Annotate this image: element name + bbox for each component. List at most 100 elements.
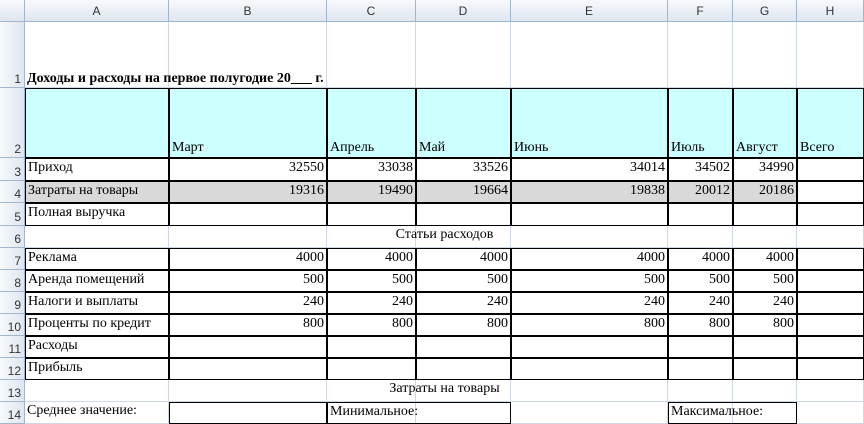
- value-cell[interactable]: 500: [327, 270, 416, 292]
- row-label[interactable]: Прибыль: [25, 358, 169, 380]
- header-cell[interactable]: Апрель: [327, 88, 416, 158]
- value-cell[interactable]: 33526: [416, 158, 511, 181]
- grid-cell[interactable]: [797, 402, 864, 424]
- header-cell[interactable]: Май: [416, 88, 511, 158]
- value-cell[interactable]: 4000: [327, 248, 416, 270]
- value-cell[interactable]: [327, 358, 416, 380]
- total-cell[interactable]: [797, 292, 864, 314]
- spreadsheet[interactable]: A B C D E F G H 1 2 3 4 5 6 7 8 9 10 11 12 13 14 Доходы и расх…: [0, 0, 864, 424]
- row-label[interactable]: Затраты на товары: [25, 181, 169, 203]
- value-cell[interactable]: [733, 203, 797, 226]
- header-cell[interactable]: Всего: [797, 88, 864, 158]
- row-header-13[interactable]: 13: [0, 380, 25, 402]
- value-cell[interactable]: 240: [327, 292, 416, 314]
- value-cell[interactable]: [327, 203, 416, 226]
- value-cell[interactable]: 240: [416, 292, 511, 314]
- value-cell[interactable]: 34990: [733, 158, 797, 181]
- value-cell[interactable]: [511, 358, 668, 380]
- column-header-A[interactable]: A: [25, 0, 169, 22]
- value-cell[interactable]: 800: [511, 314, 668, 336]
- header-cell[interactable]: Июль: [668, 88, 733, 158]
- value-cell[interactable]: 19664: [416, 181, 511, 203]
- header-cell[interactable]: Август: [733, 88, 797, 158]
- value-cell[interactable]: 4000: [169, 248, 327, 270]
- value-cell[interactable]: [169, 203, 327, 226]
- row-header-4[interactable]: 4: [0, 181, 25, 203]
- row-label[interactable]: Проценты по кредит: [25, 314, 169, 336]
- value-cell[interactable]: 500: [511, 270, 668, 292]
- column-header-E[interactable]: E: [511, 0, 668, 22]
- header-cell[interactable]: Март: [169, 88, 327, 158]
- value-cell[interactable]: [511, 203, 668, 226]
- row-header-3[interactable]: 3: [0, 158, 25, 181]
- row-label[interactable]: Аренда помещений: [25, 270, 169, 292]
- total-cell[interactable]: [797, 158, 864, 181]
- row-header-1[interactable]: 1: [0, 22, 25, 88]
- value-cell[interactable]: [327, 336, 416, 358]
- column-header-B[interactable]: B: [169, 0, 327, 22]
- row-header-12[interactable]: 12: [0, 358, 25, 380]
- value-cell[interactable]: 500: [169, 270, 327, 292]
- value-cell[interactable]: 240: [169, 292, 327, 314]
- value-cell[interactable]: 800: [416, 314, 511, 336]
- row-header-11[interactable]: 11: [0, 336, 25, 358]
- value-cell[interactable]: 500: [668, 270, 733, 292]
- value-cell[interactable]: 19838: [511, 181, 668, 203]
- column-header-H[interactable]: H: [797, 0, 864, 22]
- value-cell[interactable]: 500: [733, 270, 797, 292]
- total-cell[interactable]: [797, 203, 864, 226]
- value-cell[interactable]: 240: [668, 292, 733, 314]
- header-cell-empty[interactable]: [25, 88, 169, 158]
- row-label[interactable]: Расходы: [25, 336, 169, 358]
- stat-average-box[interactable]: [169, 402, 327, 424]
- value-cell[interactable]: [733, 336, 797, 358]
- select-all-corner[interactable]: [0, 0, 25, 22]
- row-header-14[interactable]: 14: [0, 402, 25, 424]
- value-cell[interactable]: 20186: [733, 181, 797, 203]
- section-heading[interactable]: Затраты на товары: [25, 380, 864, 402]
- stat-max-label[interactable]: Максимальное:: [668, 402, 797, 424]
- row-label[interactable]: Приход: [25, 158, 169, 181]
- value-cell[interactable]: 19316: [169, 181, 327, 203]
- row-header-6[interactable]: 6: [0, 226, 25, 248]
- header-cell[interactable]: Июнь: [511, 88, 668, 158]
- total-cell[interactable]: [797, 336, 864, 358]
- row-label[interactable]: Полная выручка: [25, 203, 169, 226]
- value-cell[interactable]: 4000: [416, 248, 511, 270]
- value-cell[interactable]: 800: [169, 314, 327, 336]
- total-cell[interactable]: [797, 314, 864, 336]
- row-header-7[interactable]: 7: [0, 248, 25, 270]
- value-cell[interactable]: [733, 358, 797, 380]
- row-label[interactable]: Реклама: [25, 248, 169, 270]
- value-cell[interactable]: [416, 203, 511, 226]
- value-cell[interactable]: 4000: [733, 248, 797, 270]
- total-cell[interactable]: [797, 248, 864, 270]
- value-cell[interactable]: 800: [668, 314, 733, 336]
- section-heading[interactable]: Статьи расходов: [25, 226, 864, 248]
- column-header-G[interactable]: G: [733, 0, 797, 22]
- value-cell[interactable]: 33038: [327, 158, 416, 181]
- value-cell[interactable]: [169, 358, 327, 380]
- value-cell[interactable]: 240: [733, 292, 797, 314]
- row-header-9[interactable]: 9: [0, 292, 25, 314]
- value-cell[interactable]: 34014: [511, 158, 668, 181]
- value-cell[interactable]: 4000: [511, 248, 668, 270]
- value-cell[interactable]: [668, 203, 733, 226]
- row-header-10[interactable]: 10: [0, 314, 25, 336]
- value-cell[interactable]: [668, 358, 733, 380]
- value-cell[interactable]: 500: [416, 270, 511, 292]
- row-label[interactable]: Налоги и выплаты: [25, 292, 169, 314]
- value-cell[interactable]: [511, 336, 668, 358]
- total-cell[interactable]: [797, 358, 864, 380]
- value-cell[interactable]: 4000: [668, 248, 733, 270]
- value-cell[interactable]: 240: [511, 292, 668, 314]
- value-cell[interactable]: [668, 336, 733, 358]
- row-header-8[interactable]: 8: [0, 270, 25, 292]
- value-cell[interactable]: 800: [733, 314, 797, 336]
- value-cell[interactable]: 20012: [668, 181, 733, 203]
- value-cell[interactable]: 800: [327, 314, 416, 336]
- grid-cell[interactable]: [511, 402, 668, 424]
- row-header-5[interactable]: 5: [0, 203, 25, 226]
- value-cell[interactable]: 32550: [169, 158, 327, 181]
- total-cell[interactable]: [797, 270, 864, 292]
